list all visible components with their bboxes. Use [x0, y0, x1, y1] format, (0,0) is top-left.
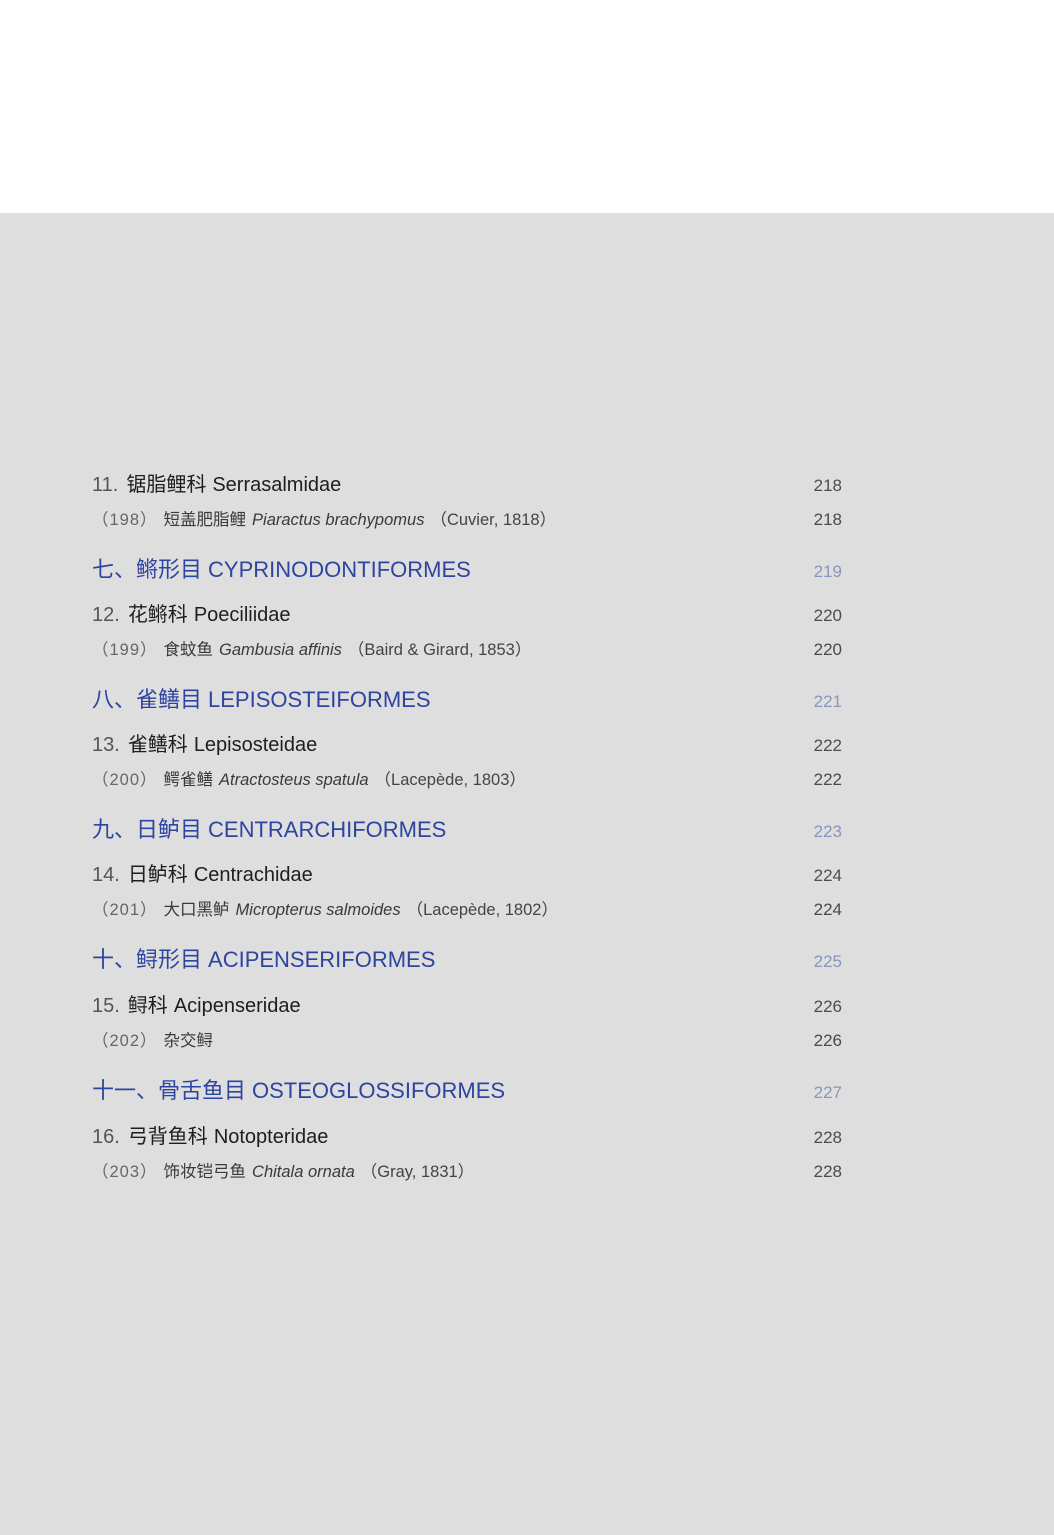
- toc-family-entry[interactable]: 16. 弓背鱼科 Notopteridae 228: [92, 1120, 842, 1149]
- family-latin-name: Acipenseridae: [173, 995, 301, 1017]
- species-chinese-name: 杂交鲟: [163, 1032, 214, 1050]
- page-number: 224: [813, 866, 842, 885]
- toc-species-entry[interactable]: （201） 大口黑鲈 Micropterus salmoides （Lacepè…: [92, 896, 842, 920]
- toc-species-entry[interactable]: （202） 杂交鲟 226: [92, 1027, 842, 1051]
- toc-species-entry[interactable]: （200） 鳄雀鳝 Atractosteus spatula （Lacepède…: [92, 766, 842, 790]
- species-chinese-name: 食蚊鱼: [163, 641, 214, 659]
- species-chinese-name: 短盖肥脂鲤: [163, 511, 247, 529]
- page-number: 228: [813, 1162, 842, 1181]
- species-authority: （Lacepède, 1802）: [406, 901, 558, 919]
- page-number: 218: [813, 510, 842, 529]
- species-authority: （Gray, 1831）: [360, 1163, 475, 1181]
- order-latin-name: OSTEOGLOSSIFORMES: [252, 1078, 506, 1103]
- family-number: 16.: [92, 1126, 120, 1148]
- page-number: 226: [813, 1031, 842, 1050]
- family-number: 15.: [92, 995, 120, 1017]
- species-number: （201）: [92, 901, 158, 919]
- family-latin-name: Lepisosteidae: [193, 734, 318, 756]
- page-number: 218: [813, 476, 842, 495]
- page-number: 224: [813, 900, 842, 919]
- species-authority: （Baird & Girard, 1853）: [347, 641, 532, 659]
- family-latin-name: Poeciliidae: [193, 604, 291, 626]
- page-number: 222: [813, 770, 842, 789]
- species-number: （202）: [92, 1032, 158, 1050]
- species-authority: （Cuvier, 1818）: [430, 511, 557, 529]
- order-chinese-name: 九、日鲈目: [92, 817, 203, 842]
- species-number: （198）: [92, 511, 158, 529]
- page-number: 221: [813, 692, 842, 711]
- family-chinese-name: 锯脂鲤科: [126, 474, 207, 496]
- family-chinese-name: 花鳉科: [127, 604, 188, 626]
- page-number: 222: [813, 736, 842, 755]
- page-number: 223: [813, 822, 842, 841]
- species-scientific-name: Chitala ornata: [252, 1163, 355, 1181]
- toc-species-entry[interactable]: （203） 饰妆铠弓鱼 Chitala ornata （Gray, 1831） …: [92, 1158, 842, 1182]
- toc-family-entry[interactable]: 11. 锯脂鲤科 Serrasalmidae 218: [92, 468, 842, 497]
- species-scientific-name: Piaractus brachypomus: [252, 511, 425, 529]
- species-number: （199）: [92, 641, 158, 659]
- family-latin-name: Centrachidae: [193, 864, 313, 886]
- species-number: （203）: [92, 1163, 158, 1181]
- order-latin-name: ACIPENSERIFORMES: [208, 947, 436, 972]
- order-chinese-name: 十一、骨舌鱼目: [92, 1078, 247, 1103]
- page-number: 226: [813, 997, 842, 1016]
- family-number: 13.: [92, 734, 120, 756]
- species-scientific-name: Micropterus salmoides: [235, 901, 401, 919]
- page-number: 220: [813, 640, 842, 659]
- page-number: 227: [813, 1083, 842, 1102]
- toc-family-entry[interactable]: 15. 鲟科 Acipenseridae 226: [92, 989, 842, 1018]
- page-number: 225: [813, 952, 842, 971]
- species-scientific-name: Atractosteus spatula: [219, 771, 369, 789]
- species-number: （200）: [92, 771, 158, 789]
- order-chinese-name: 八、雀鳝目: [92, 687, 203, 712]
- toc-family-entry[interactable]: 13. 雀鳝科 Lepisosteidae 222: [92, 728, 842, 757]
- species-authority: （Lacepède, 1803）: [374, 771, 526, 789]
- family-number: 12.: [92, 604, 120, 626]
- order-latin-name: CENTRARCHIFORMES: [208, 817, 447, 842]
- toc-family-entry[interactable]: 12. 花鳉科 Poeciliidae 220: [92, 598, 842, 627]
- family-number: 14.: [92, 864, 120, 886]
- page-number: 220: [813, 606, 842, 625]
- family-chinese-name: 鲟科: [127, 995, 168, 1017]
- toc-species-entry[interactable]: （198） 短盖肥脂鲤 Piaractus brachypomus （Cuvie…: [92, 506, 842, 530]
- toc-species-entry[interactable]: （199） 食蚊鱼 Gambusia affinis （Baird & Gira…: [92, 636, 842, 660]
- family-number: 11.: [92, 474, 119, 496]
- toc-order-heading[interactable]: 十一、骨舌鱼目 OSTEOGLOSSIFORMES 227: [92, 1073, 842, 1105]
- toc-order-heading[interactable]: 十、鲟形目 ACIPENSERIFORMES 225: [92, 942, 842, 974]
- order-chinese-name: 十、鲟形目: [92, 947, 203, 972]
- species-chinese-name: 大口黑鲈: [163, 901, 230, 919]
- toc-order-heading[interactable]: 九、日鲈目 CENTRARCHIFORMES 223: [92, 812, 842, 844]
- family-chinese-name: 日鲈科: [127, 864, 188, 886]
- page-number: 219: [813, 562, 842, 581]
- order-chinese-name: 七、鳉形目: [92, 557, 203, 582]
- toc-order-heading[interactable]: 七、鳉形目 CYPRINODONTIFORMES 219: [92, 552, 842, 584]
- toc-order-heading[interactable]: 八、雀鳝目 LEPISOSTEIFORMES 221: [92, 682, 842, 714]
- family-chinese-name: 雀鳝科: [127, 734, 188, 756]
- toc-family-entry[interactable]: 14. 日鲈科 Centrachidae 224: [92, 858, 842, 887]
- species-scientific-name: Gambusia affinis: [219, 641, 342, 659]
- top-blank-band: [0, 0, 1054, 213]
- order-latin-name: CYPRINODONTIFORMES: [208, 557, 471, 582]
- family-latin-name: Notopteridae: [213, 1126, 329, 1148]
- family-chinese-name: 弓背鱼科: [127, 1126, 208, 1148]
- order-latin-name: LEPISOSTEIFORMES: [208, 687, 431, 712]
- page-number: 228: [813, 1128, 842, 1147]
- species-chinese-name: 饰妆铠弓鱼: [163, 1163, 247, 1181]
- species-chinese-name: 鳄雀鳝: [163, 771, 214, 789]
- family-latin-name: Serrasalmidae: [212, 474, 342, 496]
